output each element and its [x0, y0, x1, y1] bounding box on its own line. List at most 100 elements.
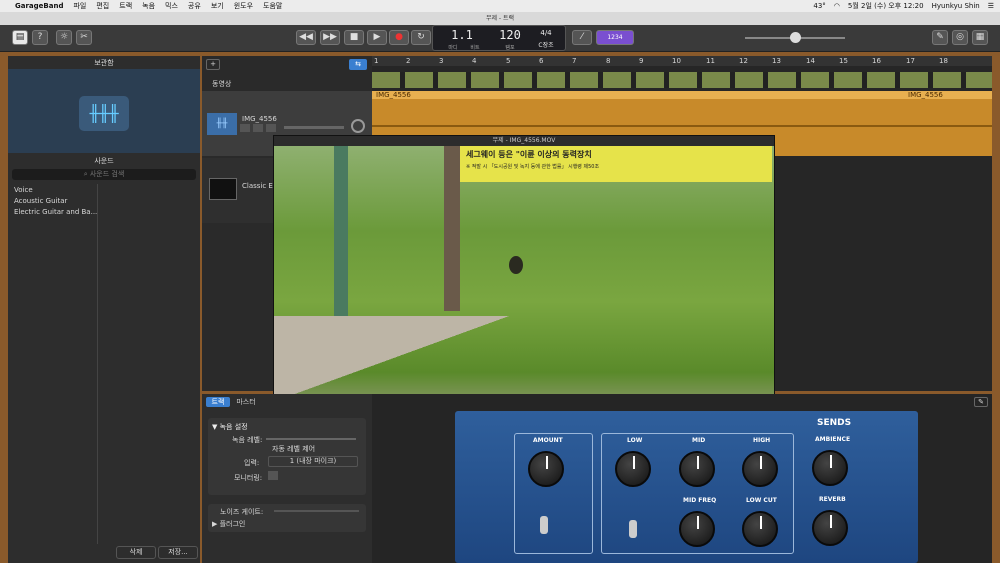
plugins-label[interactable]: ▶ 플러그인	[212, 519, 245, 529]
ruler[interactable]: 1 2 3 4 5 6 7 8 9 10 11 12 13 14 15 16 1…	[372, 56, 992, 66]
menu-window[interactable]: 윈도우	[229, 1, 258, 11]
loop-browser-button[interactable]: ◎	[952, 30, 968, 45]
menu-file[interactable]: 파일	[68, 1, 91, 11]
menu-record[interactable]: 녹음	[137, 1, 160, 11]
volume-slider[interactable]	[745, 32, 845, 43]
clock[interactable]: 5월 2일 (수) 오후 12:20	[848, 1, 924, 11]
track-volume-slider[interactable]	[284, 126, 344, 129]
list-item[interactable]: Electric Guitar and Ba...	[14, 208, 97, 216]
delete-button[interactable]: 삭제	[116, 546, 156, 559]
high-label: HIGH	[753, 437, 771, 444]
record-level-slider[interactable]	[266, 438, 356, 440]
piano-icon	[209, 178, 237, 200]
ruler-mark: 5	[506, 57, 511, 65]
cycle-button[interactable]: ↻	[411, 30, 431, 45]
menu-edit[interactable]: 편집	[91, 1, 114, 11]
eq-section: LOW MID HIGH MID FREQ LOW CUT	[601, 433, 794, 554]
waveform-icon: ╫╫╫	[79, 96, 129, 131]
ruler-mark: 3	[439, 57, 444, 65]
lcd-bar: 1.1	[451, 28, 473, 42]
record-level-label: 녹음 레벨:	[232, 436, 263, 444]
track-audio-icon: ╫╫	[207, 113, 237, 135]
ambience-knob[interactable]	[812, 450, 848, 486]
help-button[interactable]: ?	[32, 30, 48, 45]
mid-knob[interactable]	[679, 451, 715, 487]
menu-help[interactable]: 도움말	[258, 1, 287, 11]
app-menu[interactable]: GarageBand	[10, 2, 68, 10]
tab-master[interactable]: 마스터	[232, 397, 260, 407]
library-button[interactable]: ▤	[12, 30, 28, 45]
track-name-2[interactable]: Classic El	[242, 182, 275, 190]
video-title: 무제 - IMG_4556.MOV	[274, 136, 774, 146]
track-buttons	[240, 124, 280, 132]
sound-categories: Voice Acoustic Guitar Electric Guitar an…	[8, 184, 98, 544]
low-knob[interactable]	[615, 451, 651, 487]
ruler-mark: 1	[374, 57, 379, 65]
mute-icon[interactable]	[240, 124, 250, 132]
smart-tempo-icon[interactable]: ⇆	[349, 59, 367, 70]
list-item[interactable]: Voice	[14, 186, 33, 194]
rewind-button[interactable]: ◀◀	[296, 30, 316, 45]
sound-search-input[interactable]: ⌕ 사운드 검색	[12, 169, 196, 180]
movie-thumbnails[interactable]	[372, 72, 992, 88]
user-name[interactable]: Hyunkyu Shin	[932, 2, 980, 10]
amount-knob[interactable]	[528, 451, 564, 487]
count-in-button[interactable]: 1234	[596, 30, 634, 45]
amount-toggle[interactable]	[540, 516, 548, 534]
record-enable-icon[interactable]	[266, 124, 276, 132]
add-track-button[interactable]: +	[206, 59, 220, 70]
save-button[interactable]: 저장...	[158, 546, 198, 559]
list-item[interactable]: Acoustic Guitar	[14, 197, 67, 205]
high-knob[interactable]	[742, 451, 778, 487]
section-title[interactable]: ▼ 녹음 설정	[212, 422, 248, 432]
smart-controls-button[interactable]: ☼	[56, 30, 72, 45]
record-button[interactable]: ●	[389, 30, 409, 45]
menu-mix[interactable]: 믹스	[160, 1, 183, 11]
tree-trunk	[444, 146, 460, 311]
play-button[interactable]: ▶	[367, 30, 387, 45]
monitoring-icon[interactable]	[268, 471, 278, 480]
lcd-tempo-label: 템포	[505, 45, 515, 51]
headphones-icon[interactable]	[253, 124, 263, 132]
menu-view[interactable]: 보기	[206, 1, 229, 11]
lcd-beat-label: 비트	[470, 45, 480, 51]
lcd-signature: 4/4	[540, 29, 552, 37]
ruler-mark: 12	[739, 57, 748, 65]
noise-gate-section: 노이즈 게이트: ▶ 플러그인	[208, 504, 366, 532]
sounds-title: 사운드	[94, 157, 114, 165]
tab-track[interactable]: 트랙	[206, 397, 230, 407]
menu-icon[interactable]: ☰	[988, 2, 994, 10]
tuner-button[interactable]: ⁄	[572, 30, 592, 45]
video-window[interactable]: 무제 - IMG_4556.MOV 세그웨이 등은 "이륜 이상의 동력장치 ※…	[273, 135, 775, 429]
forward-button[interactable]: ▶▶	[320, 30, 340, 45]
editors-button[interactable]: ✂	[76, 30, 92, 45]
input-select[interactable]: 1 (내장 마이크)	[268, 456, 358, 467]
menu-track[interactable]: 트랙	[114, 1, 137, 11]
auto-level-checkbox-label[interactable]: 자동 레벨 제어	[272, 444, 315, 454]
sound-search-placeholder: 사운드 검색	[89, 170, 125, 178]
lcd-bar-label: 마디	[448, 45, 458, 51]
menu-share[interactable]: 공유	[183, 1, 206, 11]
eq-toggle[interactable]	[629, 520, 637, 538]
weather-status[interactable]: 43°	[813, 2, 825, 10]
notepad-button[interactable]: ✎	[932, 30, 948, 45]
mid-freq-knob[interactable]	[679, 511, 715, 547]
low-cut-knob[interactable]	[742, 511, 778, 547]
wifi-icon[interactable]: ◠	[834, 2, 840, 10]
noise-gate-slider[interactable]	[274, 510, 359, 512]
reverb-knob[interactable]	[812, 510, 848, 546]
pencil-icon[interactable]: ✎	[974, 397, 988, 407]
noise-gate-label[interactable]: 노이즈 게이트:	[220, 507, 263, 517]
ruler-mark: 10	[672, 57, 681, 65]
park-banner: 세그웨이 등은 "이륜 이상의 동력장치 ※ 적발 시 「도시공원 및 녹지 등…	[456, 146, 772, 182]
video-frame: 세그웨이 등은 "이륜 이상의 동력장치 ※ 적발 시 「도시공원 및 녹지 등…	[274, 146, 774, 429]
track-name[interactable]: IMG_4556	[242, 115, 277, 123]
pan-knob[interactable]	[351, 119, 365, 133]
media-browser-button[interactable]: ▦	[972, 30, 988, 45]
region-name-2: IMG_4556	[908, 91, 943, 99]
region-header: IMG_4556 IMG_4556	[372, 91, 992, 99]
reverb-label: REVERB	[819, 496, 846, 503]
stop-button[interactable]: ■	[344, 30, 364, 45]
volume-slider-knob[interactable]	[790, 32, 801, 43]
lcd-display[interactable]: 1.1 마디 비트 120 템포 4/4 C장조	[432, 25, 566, 51]
